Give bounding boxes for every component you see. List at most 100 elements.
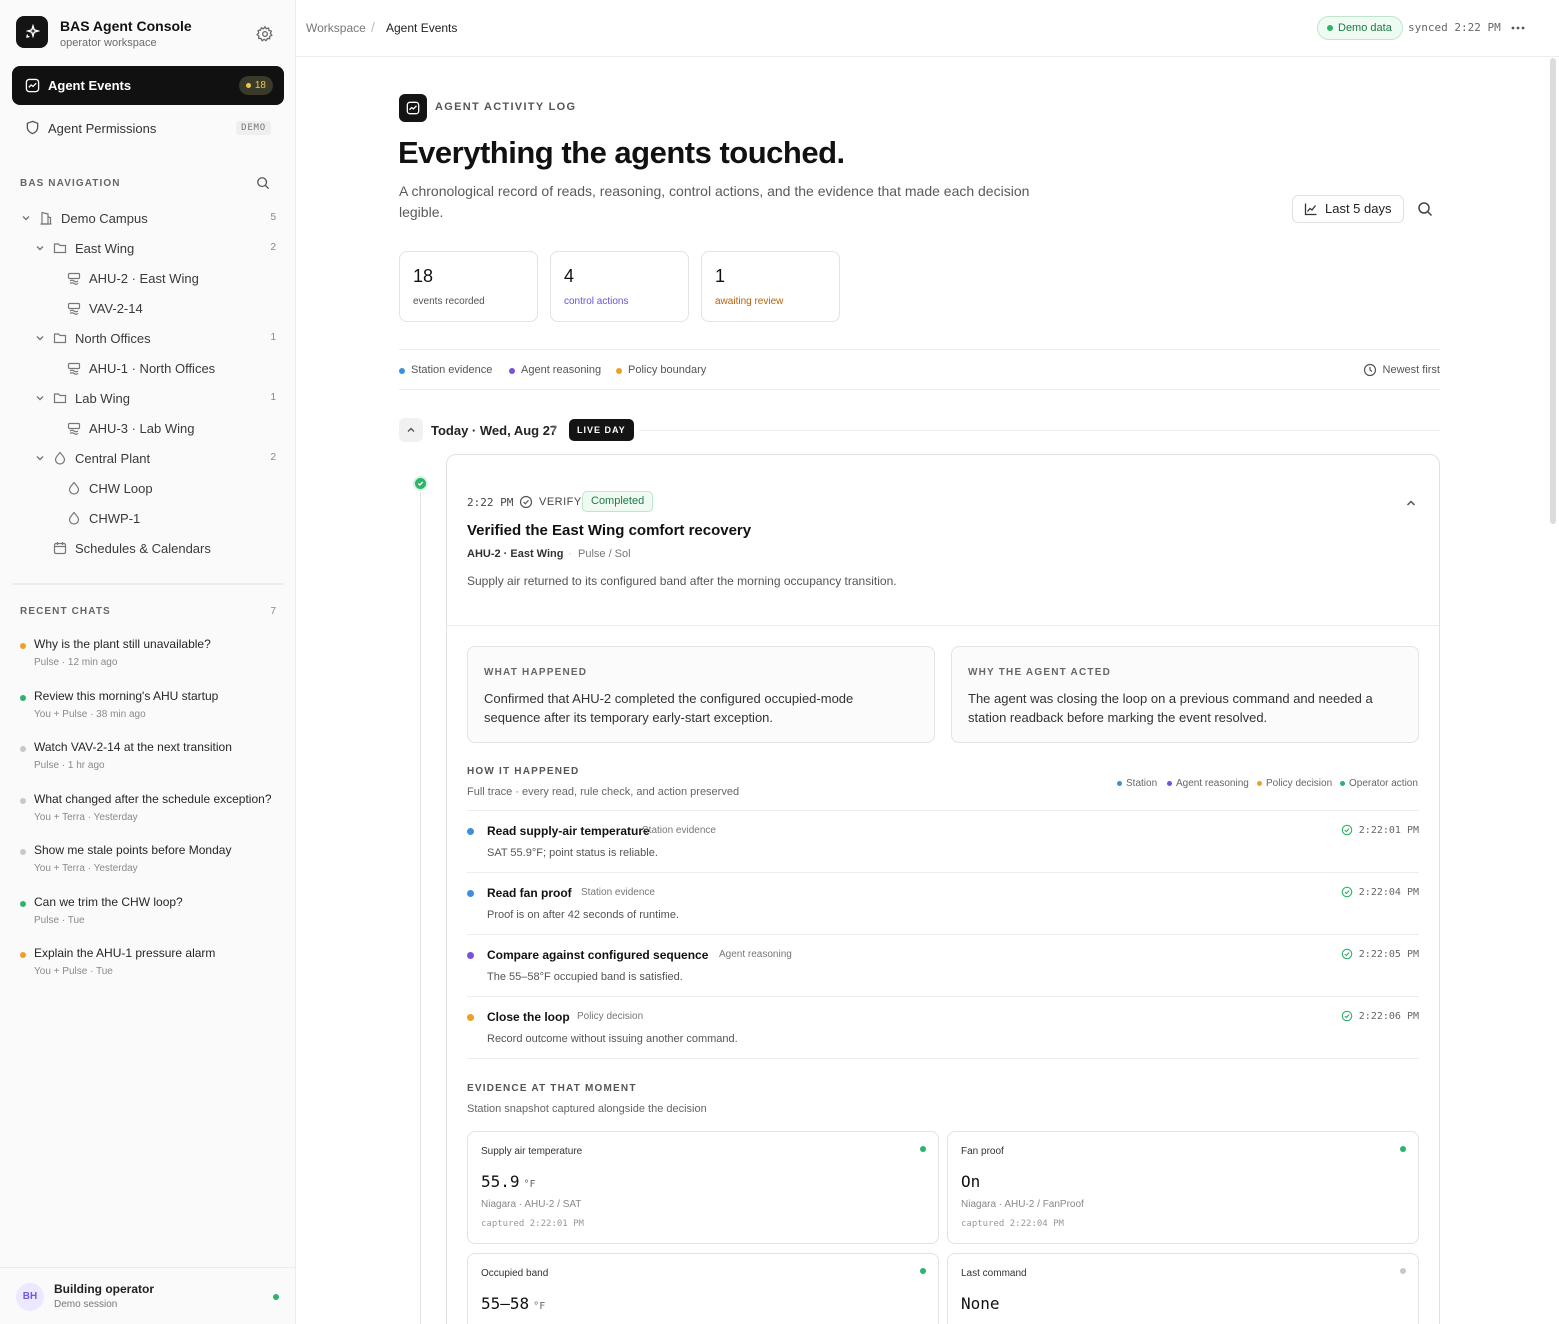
chat-title: Show me stale points before Monday	[34, 843, 232, 857]
chat-item[interactable]: What changed after the schedule exceptio…	[20, 792, 284, 832]
evidence-label: Last command	[961, 1268, 1027, 1279]
sort-newest-first[interactable]: Newest first	[1363, 363, 1440, 377]
chevron-down-icon[interactable]	[35, 393, 45, 403]
chat-item[interactable]: Watch VAV-2-14 at the next transition Pu…	[20, 740, 284, 780]
chevron-down-icon[interactable]	[21, 213, 31, 223]
tree-item-central-plant[interactable]: Central Plant	[35, 447, 150, 469]
check-circle-icon	[1341, 824, 1353, 836]
trace-step[interactable]: Read fan proof Station evidence Proof is…	[467, 872, 1419, 934]
stat-card-awaiting-review: 1 awaiting review	[701, 251, 840, 322]
stat-value: 4	[564, 266, 575, 286]
breadcrumb-workspace[interactable]: Workspace	[306, 21, 366, 35]
event-time: 2:22 PM	[467, 496, 514, 509]
tree-item-ahu-1[interactable]: AHU-1 · North Offices	[67, 357, 215, 379]
page-eyebrow: AGENT ACTIVITY LOG	[435, 101, 577, 113]
nav-agent-permissions[interactable]: Agent Permissions DEMO	[12, 113, 284, 143]
step-time: 2:22:04 PM	[1341, 886, 1419, 898]
tree-item-ahu-2[interactable]: AHU-2 · East Wing	[67, 267, 199, 289]
date-range-label: Last 5 days	[1325, 201, 1392, 216]
evidence-card[interactable]: Occupied band 55–58 °F	[467, 1253, 939, 1324]
chat-item[interactable]: Explain the AHU-1 pressure alarm You + P…	[20, 946, 284, 986]
evidence-card[interactable]: Fan proof On Niagara · AHU-2 / FanProof …	[947, 1131, 1419, 1244]
evidence-card[interactable]: Supply air temperature 55.9 °F Niagara · …	[467, 1131, 939, 1244]
demo-data-pill: Demo data	[1317, 16, 1403, 40]
chat-item[interactable]: Why is the plant still unavailable? Puls…	[20, 637, 284, 677]
event-title: Verified the East Wing comfort recovery	[467, 522, 752, 539]
evidence-source: Niagara · AHU-2 / SAT	[481, 1199, 582, 1210]
trace-step[interactable]: Read supply-air temperature Station evid…	[467, 810, 1419, 872]
online-status-dot	[273, 1294, 279, 1300]
scrollbar[interactable]	[1550, 58, 1556, 524]
chat-meta: Pulse · 12 min ago	[34, 657, 118, 668]
chat-item[interactable]: Show me stale points before Monday You +…	[20, 843, 284, 883]
tree-count: 5	[270, 212, 276, 223]
step-body: The 55–58°F occupied band is satisfied.	[487, 971, 683, 983]
tree-item-chwp-1[interactable]: CHWP-1	[67, 507, 140, 529]
step-title: Read fan proof	[487, 886, 572, 900]
tree-item-schedules[interactable]: Schedules & Calendars	[53, 537, 211, 559]
event-kind-label: VERIFY	[539, 496, 582, 508]
tree-label: CHWP-1	[89, 510, 141, 526]
tree-item-vav-2-14[interactable]: VAV-2-14	[67, 297, 143, 319]
shield-icon	[26, 120, 39, 135]
tree-label: Demo Campus	[61, 210, 148, 226]
breadcrumb-separator: /	[371, 19, 375, 35]
user-footer[interactable]: BH Building operator Demo session	[0, 1267, 295, 1324]
chevron-down-icon[interactable]	[35, 453, 45, 463]
chevron-down-icon[interactable]	[35, 333, 45, 343]
evidence-value-number: None	[961, 1294, 1000, 1313]
app-subtitle: operator workspace	[60, 37, 157, 49]
tree-item-lab-wing[interactable]: Lab Wing	[35, 387, 130, 409]
demo-tag: DEMO	[236, 121, 271, 135]
nav-agent-events[interactable]: Agent Events 18	[12, 66, 284, 105]
gear-icon[interactable]	[256, 25, 274, 43]
date-range-button[interactable]: Last 5 days	[1292, 195, 1404, 223]
tree-item-demo-campus[interactable]: Demo Campus	[21, 207, 148, 229]
step-kind-dot	[467, 890, 474, 897]
evidence-value: On	[961, 1172, 984, 1191]
chat-item[interactable]: Can we trim the CHW loop? Pulse · Tue	[20, 895, 284, 935]
how-legend-policy-decision: Policy decision	[1257, 778, 1332, 789]
evidence-card[interactable]: Last command None	[947, 1253, 1419, 1324]
chevron-up-icon[interactable]	[1404, 496, 1418, 510]
trace-step[interactable]: Close the loop Policy decision Record ou…	[467, 996, 1419, 1058]
search-icon[interactable]	[256, 176, 270, 190]
evidence-label: Fan proof	[961, 1146, 1004, 1157]
how-legend-agent-reasoning: Agent reasoning	[1167, 778, 1249, 789]
more-options-icon[interactable]	[1510, 20, 1526, 36]
breadcrumb-current: Agent Events	[386, 21, 458, 35]
main-content: AGENT ACTIVITY LOG Everything the agents…	[296, 57, 1550, 1324]
evidence-value: 55.9 °F	[481, 1172, 536, 1191]
trace-step[interactable]: Compare against configured sequence Agen…	[467, 934, 1419, 996]
chat-status-dot	[20, 901, 26, 907]
tree-item-north-offices[interactable]: North Offices	[35, 327, 151, 349]
meta-separator: ·	[568, 548, 572, 560]
chat-title: Review this morning's AHU startup	[34, 689, 219, 703]
collapse-day-button[interactable]	[399, 418, 423, 442]
chat-title: Can we trim the CHW loop?	[34, 895, 183, 909]
clock-icon	[1363, 363, 1376, 377]
search-icon[interactable]	[1417, 201, 1433, 217]
avatar: BH	[16, 1283, 44, 1311]
step-title: Compare against configured sequence	[487, 948, 709, 962]
tree-item-east-wing[interactable]: East Wing	[35, 237, 134, 259]
user-name: Building operator	[54, 1282, 154, 1296]
event-equipment[interactable]: AHU-2 · East Wing	[467, 548, 563, 560]
evidence-unit: °F	[523, 1179, 536, 1190]
step-kind-dot	[467, 952, 474, 959]
chat-item[interactable]: Review this morning's AHU startup You + …	[20, 689, 284, 729]
stat-card-control-actions: 4 control actions	[550, 251, 689, 322]
nav-agent-events-label: Agent Events	[48, 78, 132, 93]
tree-item-ahu-3[interactable]: AHU-3 · Lab Wing	[67, 417, 194, 439]
legend-policy-boundary: Policy boundary	[616, 364, 706, 376]
synced-status: synced 2:22 PM	[1408, 21, 1501, 34]
chat-status-dot	[20, 643, 26, 649]
step-title: Read supply-air temperature	[487, 824, 650, 838]
tree-item-chw-loop[interactable]: CHW Loop	[67, 477, 153, 499]
events-count-badge: 18	[238, 76, 273, 95]
legend-bar: Station evidence Agent reasoning Policy …	[399, 349, 1440, 390]
chart-line-icon	[1304, 203, 1317, 216]
folder-icon	[53, 393, 67, 404]
check-circle-icon	[519, 495, 533, 509]
chevron-down-icon[interactable]	[35, 243, 45, 253]
